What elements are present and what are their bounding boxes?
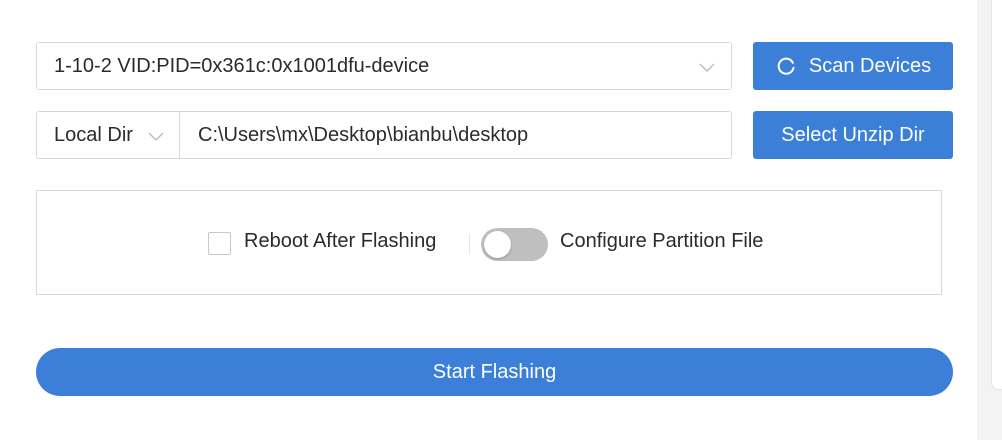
chevron-down-icon (699, 63, 715, 73)
start-flashing-label: Start Flashing (432, 360, 557, 383)
scan-devices-button[interactable]: Scan Devices (753, 42, 953, 90)
reboot-after-flashing-checkbox[interactable] (208, 232, 231, 255)
reboot-after-flashing-label[interactable]: Reboot After Flashing (244, 230, 436, 253)
select-unzip-dir-button[interactable]: Select Unzip Dir (753, 111, 953, 159)
chevron-down-icon (148, 132, 164, 142)
configure-partition-toggle[interactable] (481, 228, 548, 261)
options-divider (469, 234, 470, 254)
flash-panel: 1-10-2 VID:PID=0x361c:0x1001dfu-device S… (0, 0, 977, 440)
scan-devices-label: Scan Devices (808, 54, 932, 77)
device-select[interactable]: 1-10-2 VID:PID=0x361c:0x1001dfu-device (36, 42, 732, 90)
start-flashing-button[interactable]: Start Flashing (36, 348, 953, 396)
source-type-value: Local Dir (54, 123, 133, 146)
adjacent-panel-edge (991, 0, 1002, 390)
options-box: Reboot After Flashing Configure Partitio… (36, 190, 942, 295)
refresh-icon (777, 57, 795, 75)
select-unzip-dir-label: Select Unzip Dir (781, 123, 925, 146)
toggle-knob (484, 231, 511, 258)
configure-partition-label[interactable]: Configure Partition File (560, 230, 763, 253)
window-edge (977, 0, 1002, 440)
directory-path-input[interactable] (179, 111, 732, 159)
device-select-value: 1-10-2 VID:PID=0x361c:0x1001dfu-device (54, 54, 430, 77)
source-type-select[interactable]: Local Dir (36, 111, 180, 159)
